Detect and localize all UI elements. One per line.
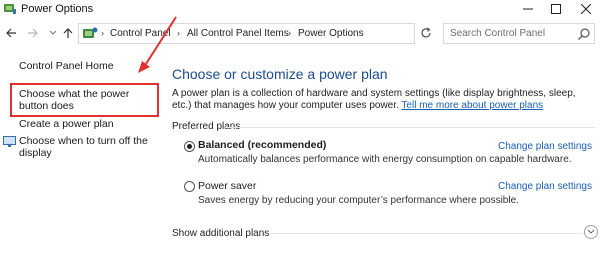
section-divider (270, 233, 582, 234)
power-saver-plan-name[interactable]: Power saver (198, 180, 256, 192)
back-button[interactable] (4, 26, 18, 40)
chevron-down-icon (49, 30, 57, 35)
back-arrow-icon (6, 28, 16, 38)
balanced-plan-description: Automatically balances performance with … (198, 154, 572, 165)
breadcrumb-separator: › (101, 28, 104, 38)
sidebar-item-create-power-plan[interactable]: Create a power plan (19, 118, 114, 130)
power-saver-plan-description: Saves energy by reducing your computer’s… (198, 195, 519, 206)
navigation-bar: › Control Panel › All Control Panel Item… (0, 20, 600, 46)
search-placeholder: Search Control Panel (450, 28, 546, 39)
main-content: Choose or customize a power plan A power… (170, 52, 600, 260)
learn-more-link[interactable]: Tell me more about power plans (401, 100, 543, 111)
sidebar-item-turn-off-display[interactable]: Choose when to turn off the display (19, 135, 159, 159)
breadcrumb-all-items[interactable]: All Control Panel Items (187, 28, 289, 39)
forward-arrow-icon (28, 28, 38, 38)
balanced-change-settings-link[interactable]: Change plan settings (498, 141, 592, 152)
expand-additional-plans-button[interactable] (584, 225, 598, 239)
search-icon (578, 28, 590, 40)
minimize-icon (523, 8, 533, 10)
breadcrumb-power-options[interactable]: Power Options (298, 28, 364, 39)
sidebar-item-control-panel-home[interactable]: Control Panel Home (19, 60, 114, 72)
chevron-down-icon (587, 229, 595, 234)
recent-locations-button[interactable] (46, 26, 60, 40)
balanced-plan-radio[interactable] (184, 141, 195, 152)
breadcrumb-separator: › (288, 28, 291, 38)
close-button[interactable] (566, 0, 600, 18)
title-bar: Power Options (0, 0, 600, 18)
window-title: Power Options (21, 3, 94, 15)
power-options-icon (4, 4, 16, 14)
page-title: Choose or customize a power plan (172, 66, 388, 82)
refresh-button[interactable] (419, 26, 433, 40)
up-arrow-icon (63, 28, 73, 38)
show-additional-plans-label[interactable]: Show additional plans (172, 228, 269, 239)
address-bar[interactable]: › Control Panel › All Control Panel Item… (78, 23, 487, 44)
up-button[interactable] (61, 26, 75, 40)
control-panel-icon (83, 27, 98, 38)
close-icon (581, 4, 591, 14)
maximize-icon (551, 4, 561, 14)
balanced-plan-name[interactable]: Balanced (recommended) (198, 139, 326, 151)
page-description: A power plan is a collection of hardware… (172, 88, 592, 112)
refresh-icon (421, 27, 431, 38)
power-saver-plan-radio[interactable] (184, 181, 195, 192)
search-input[interactable]: Search Control Panel (443, 23, 595, 44)
display-icon (3, 136, 16, 147)
power-saver-change-settings-link[interactable]: Change plan settings (498, 181, 592, 192)
forward-button[interactable] (26, 26, 40, 40)
annotation-highlight-box (10, 83, 159, 117)
section-divider (225, 127, 595, 128)
